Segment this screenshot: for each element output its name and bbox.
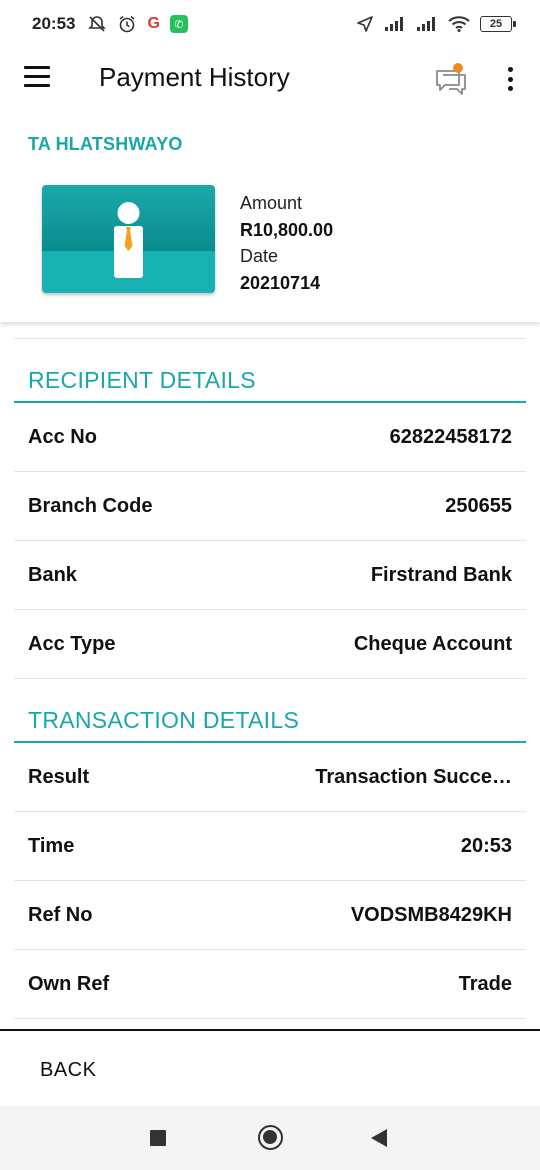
detail-row-acc-no: Acc No 62822458172	[14, 403, 526, 472]
detail-label: Bank	[28, 563, 77, 586]
detail-label: Branch Code	[28, 494, 153, 517]
mute-icon	[87, 14, 107, 34]
status-system-icons: 25	[356, 15, 516, 33]
back-button[interactable]: BACK	[40, 1059, 96, 1082]
overflow-menu-icon[interactable]	[500, 64, 520, 94]
amount-label: Amount	[240, 193, 303, 213]
detail-value: 20:53	[460, 834, 512, 857]
section-title: RECIPIENT DETAILS	[28, 367, 256, 393]
detail-value: Firstrand Bank	[370, 563, 512, 586]
detail-row-result: Result Transaction Succe…	[14, 743, 526, 812]
detail-row-own-ref: Own Ref Trade	[14, 950, 526, 1019]
recipient-avatar	[42, 185, 215, 293]
detail-row-branch-code: Branch Code 250655	[14, 472, 526, 541]
system-nav-bar	[0, 1106, 540, 1170]
app-bar: Payment History	[0, 48, 540, 110]
wifi-icon	[448, 16, 470, 32]
detail-label: Time	[28, 834, 75, 857]
home-icon[interactable]	[258, 1125, 283, 1150]
recents-icon[interactable]	[150, 1130, 166, 1146]
person-icon	[114, 202, 143, 278]
details-list[interactable]: RECIPIENT DETAILS Acc No 62822458172 Bra…	[14, 338, 526, 1019]
messages-icon[interactable]	[434, 62, 468, 101]
signal-icon	[384, 16, 406, 32]
detail-row-acc-type: Acc Type Cheque Account	[14, 610, 526, 679]
payment-summary: TA HLATSHWAYO Amount R10,800.00 Date 202…	[0, 110, 540, 322]
menu-icon[interactable]	[24, 66, 52, 90]
status-bar: 20:53 G ✆ 25	[0, 0, 540, 48]
detail-value: Transaction Succe…	[315, 765, 512, 788]
detail-value: 250655	[445, 494, 512, 517]
location-icon	[356, 15, 374, 33]
detail-value: 62822458172	[389, 425, 512, 448]
detail-value: Trade	[458, 972, 512, 995]
date-label: Date	[240, 246, 279, 266]
recipient-name: TA HLATSHWAYO	[28, 134, 183, 154]
whatsapp-icon: ✆	[169, 15, 188, 33]
detail-row-ref-no: Ref No VODSMB8429KH	[14, 881, 526, 950]
transaction-details-header: TRANSACTION DETAILS	[14, 679, 526, 743]
page-title: Payment History	[99, 62, 290, 92]
detail-label: Result	[28, 765, 90, 788]
detail-row-time: Time 20:53	[14, 812, 526, 881]
detail-label: Ref No	[28, 903, 93, 926]
detail-label: Acc No	[28, 425, 97, 448]
amount-value: R10,800.00	[240, 219, 334, 240]
status-time: 20:53	[32, 14, 76, 33]
detail-value: VODSMB8429KH	[350, 903, 512, 926]
detail-value: Cheque Account	[353, 632, 512, 655]
footer-bar: BACK	[0, 1029, 540, 1106]
detail-label: Acc Type	[28, 632, 116, 655]
back-icon[interactable]	[371, 1129, 387, 1147]
recipient-details-header: RECIPIENT DETAILS	[14, 339, 526, 403]
detail-row-bank: Bank Firstrand Bank	[14, 541, 526, 610]
detail-label: Own Ref	[28, 972, 110, 995]
section-title: TRANSACTION DETAILS	[28, 707, 300, 733]
date-value: 20210714	[240, 272, 321, 293]
summary-info: Amount R10,800.00 Date 20210714	[240, 190, 333, 296]
signal-icon	[416, 16, 438, 32]
alarm-icon	[117, 14, 137, 34]
status-notification-icons: G ✆	[87, 14, 188, 34]
battery-icon: 25	[480, 16, 516, 32]
google-icon: G	[147, 15, 160, 32]
